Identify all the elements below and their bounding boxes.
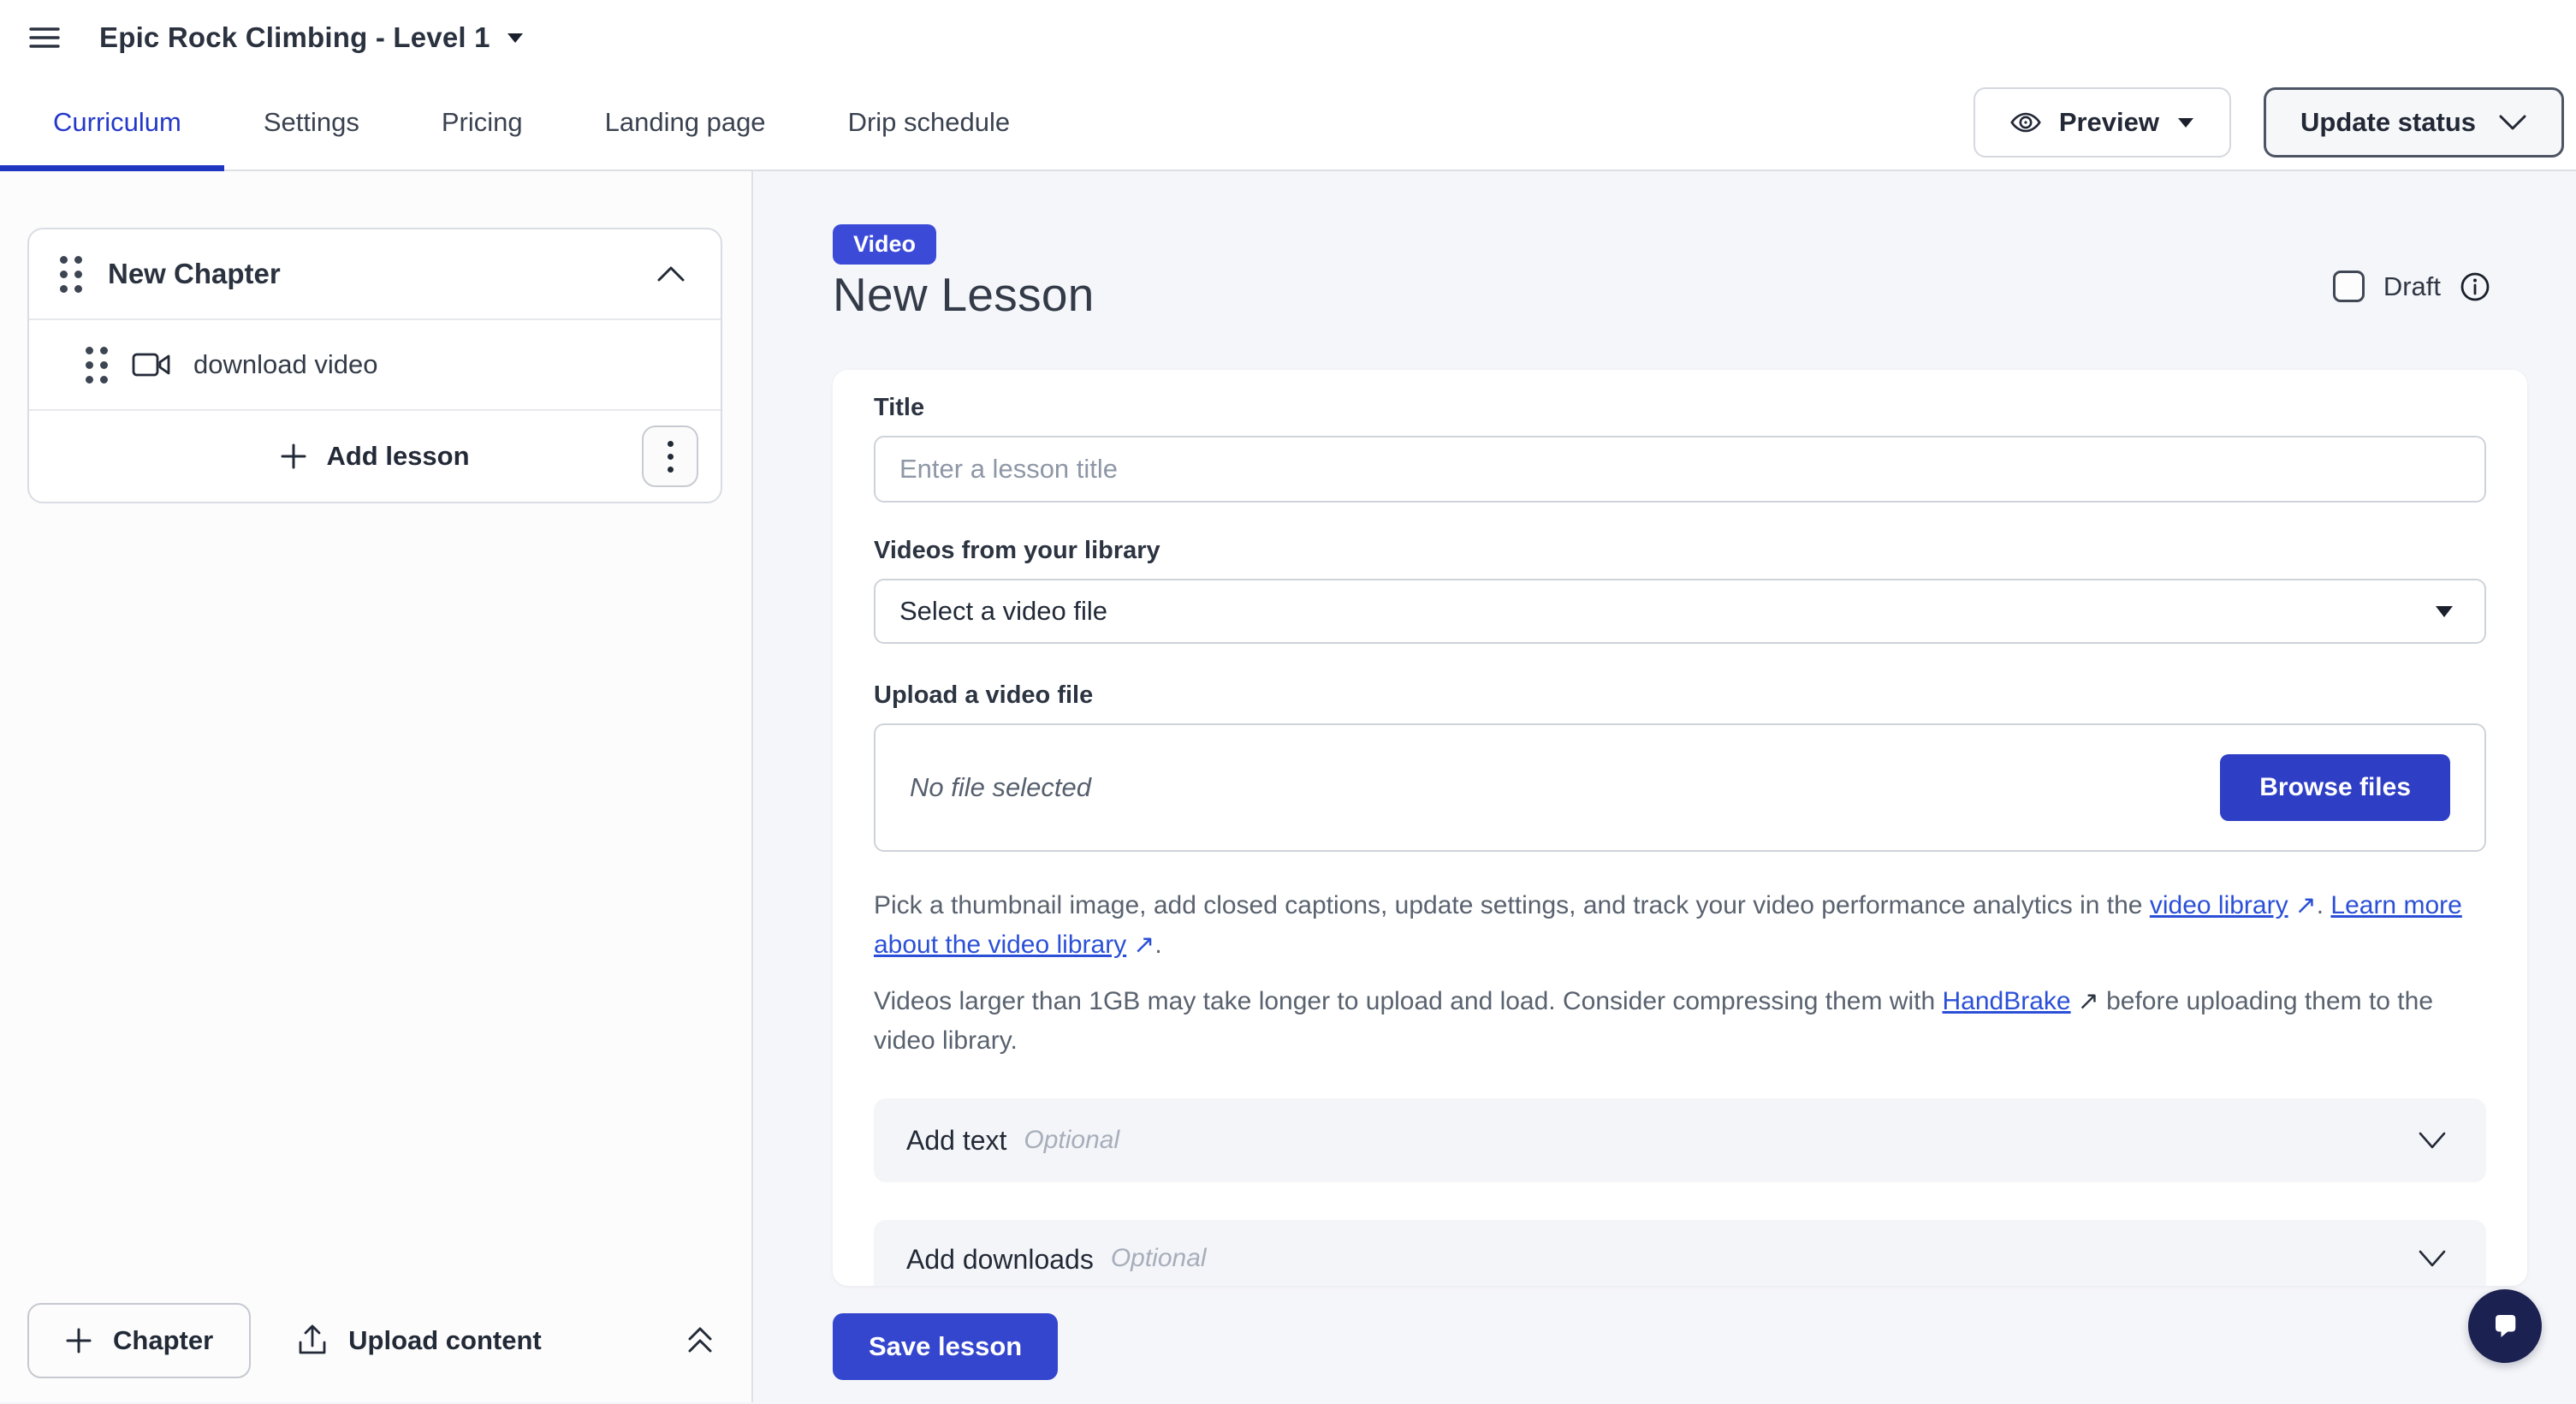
caret-down-icon [2435,605,2454,618]
video-camera-icon [132,352,171,378]
app-window: Epic Rock Climbing - Level 1 Curriculum … [0,0,2576,1404]
chapter-options-button[interactable] [642,425,698,487]
chapter-footer: Add lesson [29,411,721,502]
video-library-select-value: Select a video file [899,596,1107,627]
external-link-icon: ↗ [2078,982,2099,1021]
add-text-label: Add text [906,1125,1006,1157]
double-chevron-up-icon [683,1324,717,1358]
caret-down-icon [506,32,525,44]
video-library-link[interactable]: video library↗ [2150,891,2317,919]
chat-widget-button[interactable] [2468,1289,2542,1363]
add-lesson-button[interactable]: Add lesson [280,441,469,472]
handbrake-link[interactable]: HandBrake [1943,987,2071,1015]
lesson-item-download-video[interactable]: download video [29,318,721,411]
upload-content-label: Upload content [348,1325,542,1356]
tab-bar-actions: Preview Update status [1974,87,2576,158]
preview-label: Preview [2059,107,2159,138]
add-chapter-label: Chapter [113,1325,213,1356]
optional-label: Optional [1111,1244,1207,1273]
update-status-button[interactable]: Update status [2264,87,2564,158]
tab-curriculum[interactable]: Curriculum [53,107,181,138]
tab-landing-page[interactable]: Landing page [605,107,766,138]
save-lesson-button[interactable]: Save lesson [833,1313,1058,1380]
lesson-type-badge: Video [833,224,936,265]
lesson-title: download video [193,349,377,380]
upload-icon [297,1324,328,1358]
chevron-up-icon[interactable] [656,265,686,283]
tab-settings[interactable]: Settings [264,107,359,138]
preview-button[interactable]: Preview [1974,87,2231,158]
video-library-select[interactable]: Select a video file [874,579,2486,644]
upload-content-button[interactable]: Upload content [297,1324,542,1358]
chapter-card: New Chapter download video Add lesson [27,228,722,503]
draft-toggle-group: Draft [2333,271,2490,302]
compression-help-text: Videos larger than 1GB may take longer t… [874,982,2486,1061]
no-file-selected-text: No file selected [910,772,1091,803]
chevron-down-icon [2418,1131,2447,1150]
hamburger-menu-icon[interactable] [27,21,62,55]
draft-checkbox[interactable] [2333,271,2365,302]
chevron-down-icon [2418,1249,2447,1268]
upload-field-label: Upload a video file [874,681,2486,710]
caret-down-icon [2176,116,2195,128]
course-title-dropdown[interactable]: Epic Rock Climbing - Level 1 [99,21,525,54]
tab-pricing[interactable]: Pricing [442,107,523,138]
plus-icon [65,1327,92,1354]
library-field-label: Videos from your library [874,537,2486,565]
optional-label: Optional [1024,1126,1119,1155]
drag-handle-icon[interactable] [60,256,82,293]
chevron-down-icon [2498,114,2527,131]
draft-label: Draft [2383,271,2441,302]
lesson-editor: Video New Lesson Draft Title Videos from… [753,171,2576,1402]
eye-icon [2009,108,2042,137]
curriculum-sidebar: New Chapter download video Add lesson [0,171,753,1402]
video-library-help-text: Pick a thumbnail image, add closed capti… [874,886,2486,965]
add-text-accordion[interactable]: Add text Optional [874,1098,2486,1182]
chat-bubble-icon [2486,1307,2524,1345]
course-title: Epic Rock Climbing - Level 1 [99,21,490,54]
file-upload-field: No file selected Browse files [874,723,2486,852]
add-downloads-label: Add downloads [906,1244,1094,1276]
chapter-header[interactable]: New Chapter [29,229,721,318]
title-field-label: Title [874,394,2486,422]
add-lesson-label: Add lesson [326,441,469,472]
plus-icon [280,443,307,470]
add-downloads-accordion[interactable]: Add downloads Optional [874,1220,2486,1286]
lesson-title-input[interactable] [874,436,2486,503]
update-status-label: Update status [2300,107,2476,138]
add-chapter-button[interactable]: Chapter [27,1303,251,1378]
lesson-page-title: New Lesson [833,267,1095,322]
browse-files-button[interactable]: Browse files [2220,754,2450,821]
kebab-menu-icon [668,441,674,473]
lesson-form-card: Title Videos from your library Select a … [833,370,2527,1286]
chapter-title: New Chapter [108,258,281,290]
external-link-icon: ↗ [2295,886,2317,925]
sidebar-footer: Chapter Upload content [27,1303,717,1378]
active-tab-underline [0,165,224,171]
drag-handle-icon[interactable] [86,347,108,384]
info-icon[interactable] [2460,271,2490,302]
top-bar: Epic Rock Climbing - Level 1 [0,0,2576,75]
tab-drip-schedule[interactable]: Drip schedule [848,107,1011,138]
content-area: New Chapter download video Add lesson [0,171,2576,1402]
tabs: Curriculum Settings Pricing Landing page… [53,107,1010,138]
collapse-all-button[interactable] [683,1324,717,1358]
tab-bar: Curriculum Settings Pricing Landing page… [0,75,2576,171]
external-link-icon: ↗ [1133,925,1154,965]
